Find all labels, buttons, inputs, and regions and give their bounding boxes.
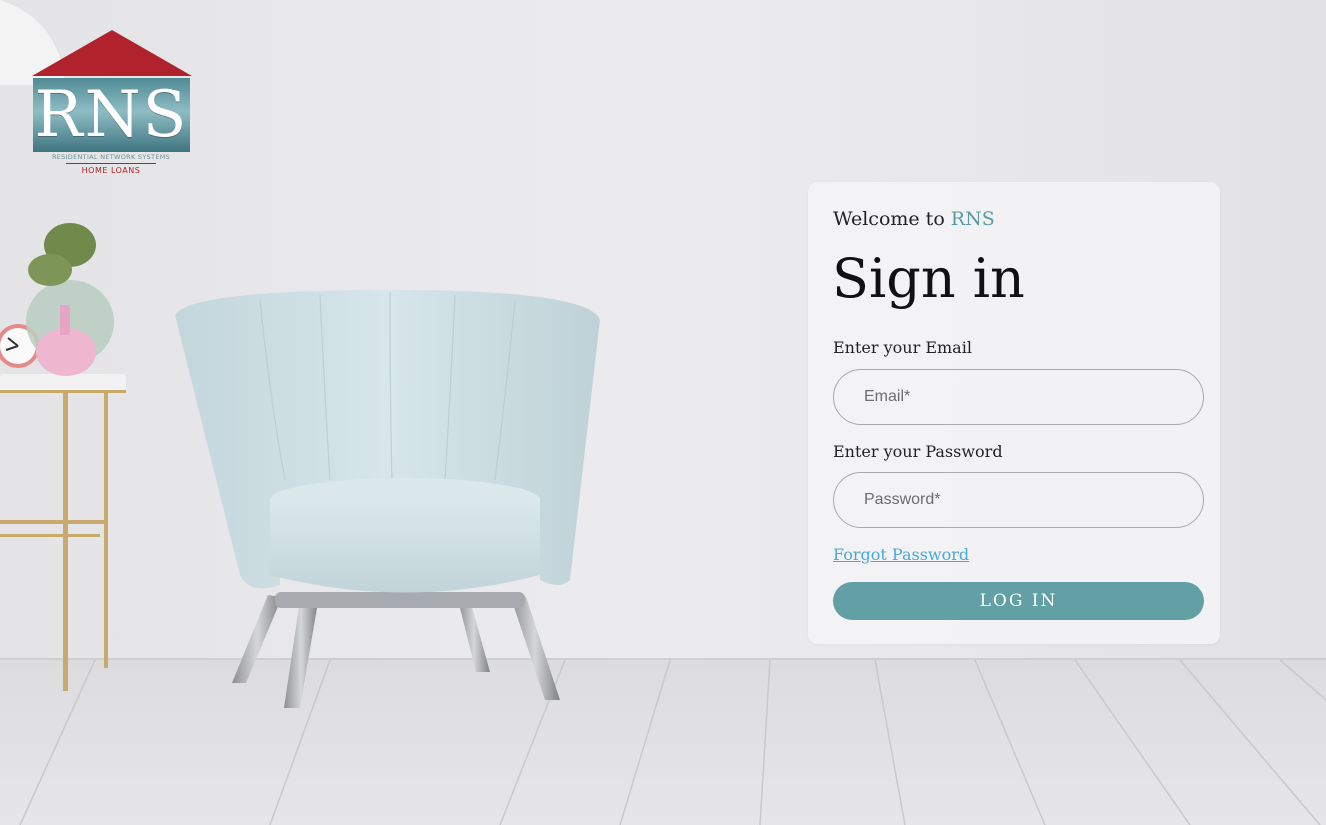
password-field[interactable] xyxy=(833,472,1204,528)
welcome-prefix: Welcome to xyxy=(833,208,951,230)
rns-logo: RNS RESIDENTIAL NETWORK SYSTEMS HOME LOA… xyxy=(28,30,194,180)
logo-tagline: RESIDENTIAL NETWORK SYSTEMS xyxy=(51,153,171,161)
welcome-brand: RNS xyxy=(950,208,995,230)
page-title: Sign in xyxy=(832,247,1025,310)
password-label: Enter your Password xyxy=(833,442,1003,461)
logo-divider xyxy=(66,163,156,164)
logo-letters: RNS xyxy=(34,78,189,152)
email-field[interactable] xyxy=(833,369,1204,425)
email-label: Enter your Email xyxy=(833,338,972,357)
forgot-password-link[interactable]: Forgot Password xyxy=(833,545,969,564)
login-button[interactable]: LOG IN xyxy=(833,582,1204,620)
welcome-text: Welcome to RNS xyxy=(833,208,995,230)
login-card: Welcome to RNS Sign in Enter your Email … xyxy=(808,182,1220,644)
logo-subtitle: HOME LOANS xyxy=(81,166,141,175)
logo-roof-icon xyxy=(32,30,192,76)
logo-block: RNS xyxy=(33,78,190,152)
